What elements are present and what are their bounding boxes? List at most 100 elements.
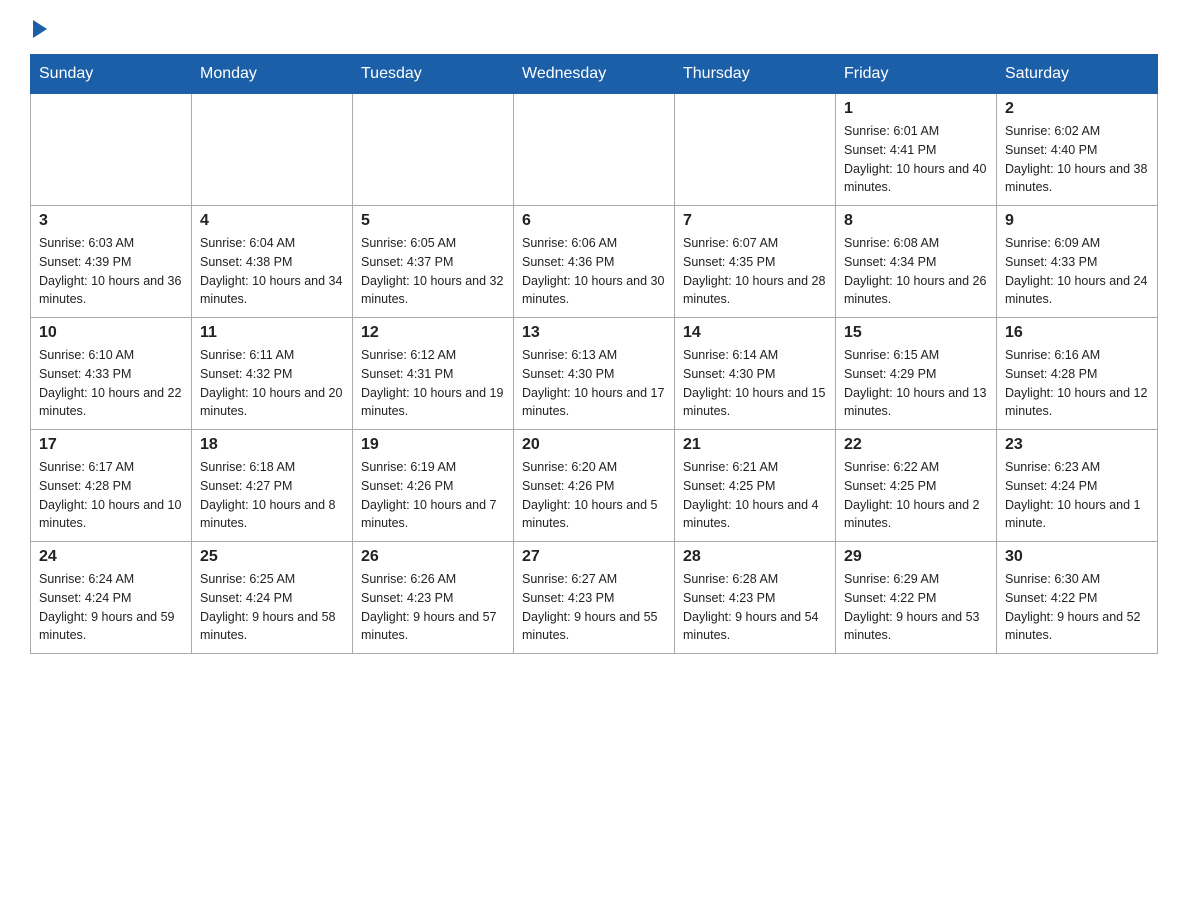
column-header-friday: Friday [836,55,997,94]
day-info: Sunrise: 6:01 AM Sunset: 4:41 PM Dayligh… [844,122,988,197]
day-number: 13 [522,324,666,342]
calendar-cell [31,94,192,206]
day-info: Sunrise: 6:23 AM Sunset: 4:24 PM Dayligh… [1005,458,1149,533]
day-info: Sunrise: 6:26 AM Sunset: 4:23 PM Dayligh… [361,570,505,645]
day-number: 2 [1005,100,1149,118]
day-number: 12 [361,324,505,342]
day-info: Sunrise: 6:06 AM Sunset: 4:36 PM Dayligh… [522,234,666,309]
calendar-cell: 15 Sunrise: 6:15 AM Sunset: 4:29 PM Dayli… [836,318,997,430]
day-number: 1 [844,100,988,118]
day-number: 15 [844,324,988,342]
calendar-cell: 24 Sunrise: 6:24 AM Sunset: 4:24 PM Dayli… [31,542,192,654]
calendar-cell: 11 Sunrise: 6:11 AM Sunset: 4:32 PM Dayli… [192,318,353,430]
calendar-header-row: SundayMondayTuesdayWednesdayThursdayFrid… [31,55,1158,94]
calendar-cell: 21 Sunrise: 6:21 AM Sunset: 4:25 PM Dayli… [675,430,836,542]
day-info: Sunrise: 6:17 AM Sunset: 4:28 PM Dayligh… [39,458,183,533]
calendar-cell: 2 Sunrise: 6:02 AM Sunset: 4:40 PM Daylig… [997,94,1158,206]
column-header-wednesday: Wednesday [514,55,675,94]
day-number: 21 [683,436,827,454]
logo [30,20,47,34]
calendar-cell: 8 Sunrise: 6:08 AM Sunset: 4:34 PM Daylig… [836,206,997,318]
logo-arrow-icon [33,20,47,38]
column-header-tuesday: Tuesday [353,55,514,94]
column-header-saturday: Saturday [997,55,1158,94]
calendar-week-row: 24 Sunrise: 6:24 AM Sunset: 4:24 PM Dayli… [31,542,1158,654]
day-info: Sunrise: 6:25 AM Sunset: 4:24 PM Dayligh… [200,570,344,645]
calendar-cell [353,94,514,206]
day-info: Sunrise: 6:16 AM Sunset: 4:28 PM Dayligh… [1005,346,1149,421]
day-number: 11 [200,324,344,342]
calendar-cell: 17 Sunrise: 6:17 AM Sunset: 4:28 PM Dayli… [31,430,192,542]
calendar-cell: 25 Sunrise: 6:25 AM Sunset: 4:24 PM Dayli… [192,542,353,654]
day-number: 7 [683,212,827,230]
day-number: 8 [844,212,988,230]
day-info: Sunrise: 6:12 AM Sunset: 4:31 PM Dayligh… [361,346,505,421]
day-number: 6 [522,212,666,230]
day-number: 28 [683,548,827,566]
day-number: 3 [39,212,183,230]
page-header [30,20,1158,34]
day-info: Sunrise: 6:30 AM Sunset: 4:22 PM Dayligh… [1005,570,1149,645]
calendar-cell [675,94,836,206]
calendar-week-row: 1 Sunrise: 6:01 AM Sunset: 4:41 PM Daylig… [31,94,1158,206]
day-number: 9 [1005,212,1149,230]
day-number: 30 [1005,548,1149,566]
day-info: Sunrise: 6:28 AM Sunset: 4:23 PM Dayligh… [683,570,827,645]
day-number: 14 [683,324,827,342]
calendar-cell: 14 Sunrise: 6:14 AM Sunset: 4:30 PM Dayli… [675,318,836,430]
day-number: 22 [844,436,988,454]
calendar-week-row: 10Sunrise: 6:10 AM Sunset: 4:33 PM Dayli… [31,318,1158,430]
calendar-cell: 9 Sunrise: 6:09 AM Sunset: 4:33 PM Daylig… [997,206,1158,318]
calendar-cell: 20Sunrise: 6:20 AM Sunset: 4:26 PM Dayli… [514,430,675,542]
column-header-thursday: Thursday [675,55,836,94]
day-info: Sunrise: 6:21 AM Sunset: 4:25 PM Dayligh… [683,458,827,533]
day-number: 24 [39,548,183,566]
calendar-cell: 7 Sunrise: 6:07 AM Sunset: 4:35 PM Daylig… [675,206,836,318]
column-header-monday: Monday [192,55,353,94]
calendar-cell: 13 Sunrise: 6:13 AM Sunset: 4:30 PM Dayli… [514,318,675,430]
day-number: 19 [361,436,505,454]
day-number: 17 [39,436,183,454]
day-info: Sunrise: 6:13 AM Sunset: 4:30 PM Dayligh… [522,346,666,421]
day-info: Sunrise: 6:02 AM Sunset: 4:40 PM Dayligh… [1005,122,1149,197]
day-number: 5 [361,212,505,230]
calendar-cell: 19Sunrise: 6:19 AM Sunset: 4:26 PM Dayli… [353,430,514,542]
day-info: Sunrise: 6:04 AM Sunset: 4:38 PM Dayligh… [200,234,344,309]
calendar-cell: 4 Sunrise: 6:04 AM Sunset: 4:38 PM Daylig… [192,206,353,318]
calendar-cell: 29 Sunrise: 6:29 AM Sunset: 4:22 PM Dayli… [836,542,997,654]
calendar-cell: 22 Sunrise: 6:22 AM Sunset: 4:25 PM Dayli… [836,430,997,542]
day-info: Sunrise: 6:18 AM Sunset: 4:27 PM Dayligh… [200,458,344,533]
day-info: Sunrise: 6:08 AM Sunset: 4:34 PM Dayligh… [844,234,988,309]
calendar-cell: 30 Sunrise: 6:30 AM Sunset: 4:22 PM Dayli… [997,542,1158,654]
calendar-cell [514,94,675,206]
calendar-cell [192,94,353,206]
day-info: Sunrise: 6:07 AM Sunset: 4:35 PM Dayligh… [683,234,827,309]
calendar-week-row: 3Sunrise: 6:03 AM Sunset: 4:39 PM Daylig… [31,206,1158,318]
calendar-cell: 26 Sunrise: 6:26 AM Sunset: 4:23 PM Dayli… [353,542,514,654]
day-number: 29 [844,548,988,566]
day-number: 10 [39,324,183,342]
day-number: 26 [361,548,505,566]
day-number: 18 [200,436,344,454]
calendar-cell: 10Sunrise: 6:10 AM Sunset: 4:33 PM Dayli… [31,318,192,430]
calendar-cell: 5 Sunrise: 6:05 AM Sunset: 4:37 PM Daylig… [353,206,514,318]
day-info: Sunrise: 6:09 AM Sunset: 4:33 PM Dayligh… [1005,234,1149,309]
day-info: Sunrise: 6:15 AM Sunset: 4:29 PM Dayligh… [844,346,988,421]
calendar-cell: 6 Sunrise: 6:06 AM Sunset: 4:36 PM Daylig… [514,206,675,318]
day-info: Sunrise: 6:29 AM Sunset: 4:22 PM Dayligh… [844,570,988,645]
day-info: Sunrise: 6:14 AM Sunset: 4:30 PM Dayligh… [683,346,827,421]
day-info: Sunrise: 6:22 AM Sunset: 4:25 PM Dayligh… [844,458,988,533]
calendar-cell: 3Sunrise: 6:03 AM Sunset: 4:39 PM Daylig… [31,206,192,318]
day-number: 16 [1005,324,1149,342]
day-number: 23 [1005,436,1149,454]
calendar-cell: 27Sunrise: 6:27 AM Sunset: 4:23 PM Dayli… [514,542,675,654]
day-number: 25 [200,548,344,566]
calendar-cell: 1 Sunrise: 6:01 AM Sunset: 4:41 PM Daylig… [836,94,997,206]
day-info: Sunrise: 6:24 AM Sunset: 4:24 PM Dayligh… [39,570,183,645]
calendar-cell: 16 Sunrise: 6:16 AM Sunset: 4:28 PM Dayli… [997,318,1158,430]
day-number: 4 [200,212,344,230]
day-info: Sunrise: 6:05 AM Sunset: 4:37 PM Dayligh… [361,234,505,309]
column-header-sunday: Sunday [31,55,192,94]
day-info: Sunrise: 6:11 AM Sunset: 4:32 PM Dayligh… [200,346,344,421]
calendar-week-row: 17 Sunrise: 6:17 AM Sunset: 4:28 PM Dayli… [31,430,1158,542]
